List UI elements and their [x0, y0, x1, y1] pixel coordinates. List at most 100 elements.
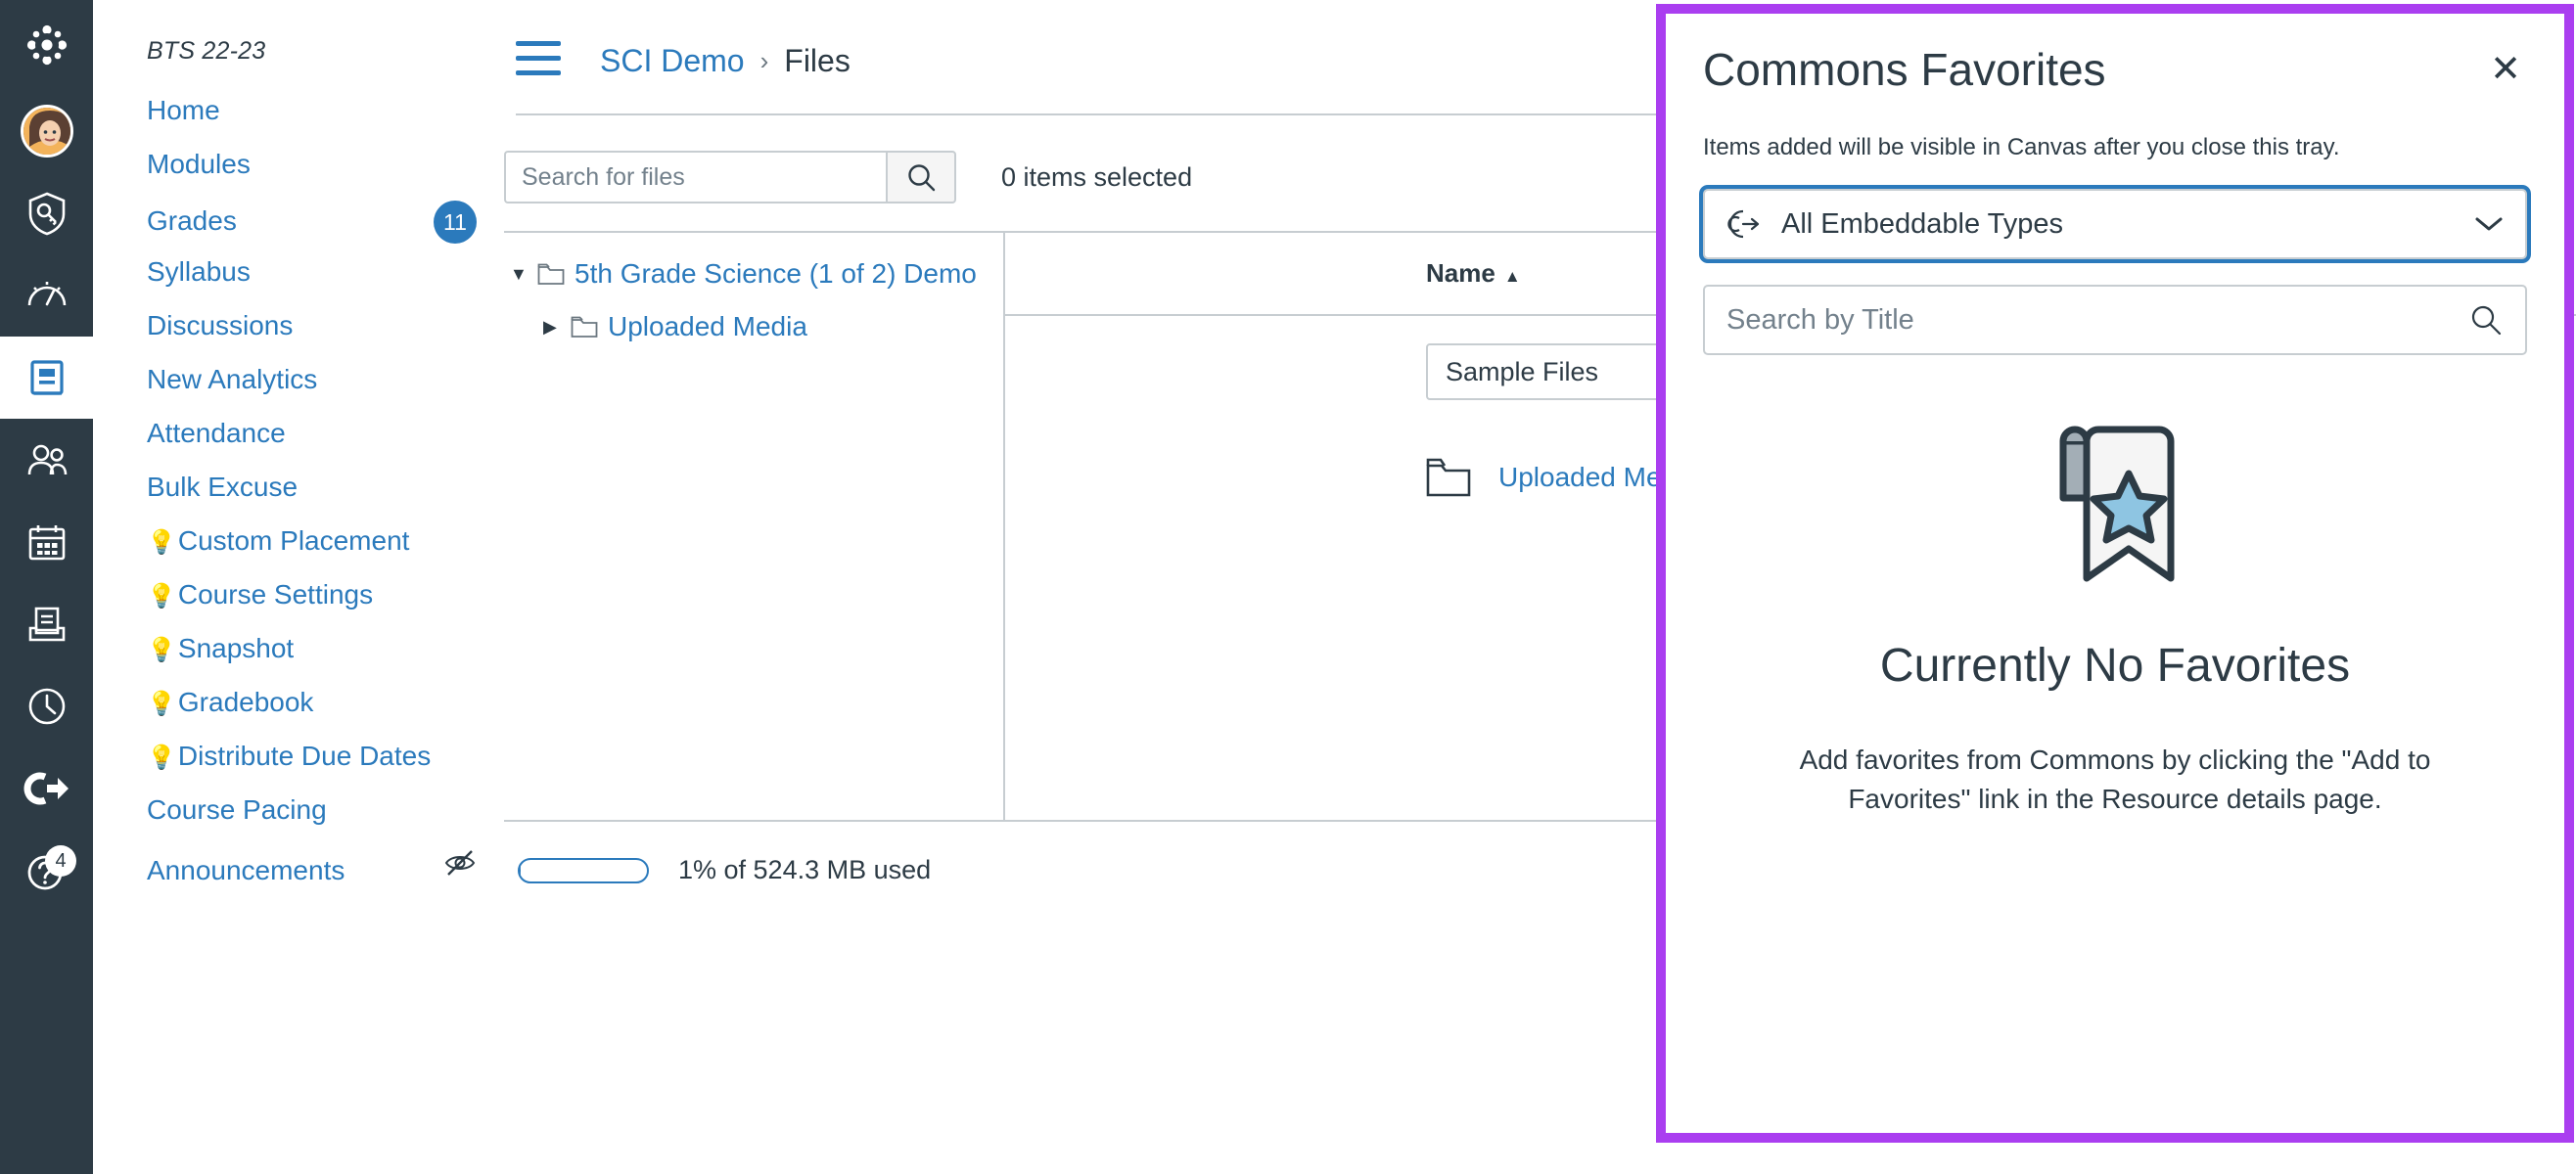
quota-progress-bar: [518, 857, 649, 883]
caret-down-icon[interactable]: ▼: [510, 264, 529, 285]
inbox-tray-glyph: [28, 607, 65, 642]
folder-tree: ▼ 5th Grade Science (1 of 2) Demo ▶ Uplo…: [496, 233, 1005, 820]
course-nav-list: Home Modules Grades 11 Syllabus Discussi…: [93, 93, 496, 889]
sidebar-item-syllabus[interactable]: Syllabus: [93, 254, 496, 297]
tray-content: Commons Favorites ✕ Items added will be …: [1666, 14, 2564, 1133]
sidebar-item-course-settings[interactable]: 💡 Course Settings: [93, 577, 496, 620]
folder-icon: [571, 316, 598, 338]
sidebar-item-label[interactable]: Attendance: [147, 416, 286, 451]
column-header-label: Name: [1426, 258, 1495, 288]
sidebar-item-home[interactable]: Home: [93, 93, 496, 136]
lightbulb-icon: 💡: [147, 745, 176, 771]
sidebar-item-label[interactable]: Distribute Due Dates: [178, 739, 431, 774]
lightbulb-icon: 💡: [147, 691, 176, 717]
groups-icon[interactable]: [0, 419, 93, 501]
gauge-glyph: [27, 282, 66, 306]
logout-icon[interactable]: [0, 747, 93, 830]
sidebar-item-label[interactable]: Announcements: [147, 853, 345, 888]
sidebar-item-snapshot[interactable]: 💡 Snapshot: [93, 631, 496, 674]
shield-key-glyph: [28, 192, 65, 236]
sidebar-item-bulk-excuse[interactable]: Bulk Excuse: [93, 470, 496, 513]
empty-state-body: Add favorites from Commons by clicking t…: [1799, 744, 2431, 815]
sidebar-item-modules[interactable]: Modules: [93, 147, 496, 190]
sidebar-item-announcements[interactable]: Announcements: [93, 846, 496, 889]
breadcrumb-course-link[interactable]: SCI Demo: [600, 43, 745, 79]
courses-icon[interactable]: [0, 337, 93, 419]
inbox-icon[interactable]: [0, 583, 93, 665]
tree-node-label[interactable]: 5th Grade Science (1 of 2) Demo: [575, 258, 977, 290]
rename-input[interactable]: [1426, 343, 1671, 400]
sidebar-item-label[interactable]: Discussions: [147, 308, 293, 343]
breadcrumb-separator: ›: [759, 45, 769, 75]
sidebar-item-grades[interactable]: Grades 11: [93, 201, 496, 244]
embeddable-types-value: All Embeddable Types: [1781, 207, 2064, 240]
sidebar-item-label[interactable]: Modules: [147, 147, 251, 182]
sidebar-item-label[interactable]: Gradebook: [178, 685, 314, 720]
admin-icon[interactable]: [0, 172, 93, 254]
title-search-field[interactable]: [1703, 285, 2527, 356]
bookmark-star-icon: [2059, 426, 2175, 582]
quota-progress-fill: [520, 859, 522, 881]
chevron-down-icon: [2475, 217, 2503, 231]
global-navigation-rail: 4: [0, 0, 93, 1174]
people-glyph: [27, 444, 67, 475]
course-code: BTS 22-23: [147, 37, 266, 65]
tree-node-root[interactable]: ▼ 5th Grade Science (1 of 2) Demo: [510, 258, 1003, 290]
sidebar-item-discussions[interactable]: Discussions: [93, 308, 496, 351]
empty-state: Currently No Favorites Add favorites fro…: [1703, 420, 2527, 820]
sidebar-item-label[interactable]: Snapshot: [178, 631, 294, 666]
calendar-glyph: [28, 525, 65, 561]
search-input[interactable]: [504, 151, 886, 203]
close-tray-button[interactable]: ✕: [2484, 43, 2527, 96]
lightbulb-icon: 💡: [147, 583, 176, 610]
hamburger-bar: [516, 41, 561, 46]
search-by-title-input[interactable]: [1726, 303, 2468, 337]
embeddable-types-select[interactable]: All Embeddable Types: [1703, 189, 2527, 260]
search-button[interactable]: [886, 151, 956, 203]
help-icon[interactable]: 4: [0, 830, 93, 912]
canvas-logo-glyph: [26, 24, 67, 66]
empty-state-title: Currently No Favorites: [1879, 640, 2351, 693]
avatar: [20, 105, 73, 158]
sidebar-item-label[interactable]: Course Settings: [178, 577, 373, 612]
lightbulb-icon: 💡: [147, 529, 176, 556]
tray-title: Commons Favorites: [1703, 44, 2106, 95]
sidebar-item-label[interactable]: Course Pacing: [147, 792, 327, 828]
sidebar-item-new-analytics[interactable]: New Analytics: [93, 362, 496, 405]
sidebar-item-label[interactable]: Syllabus: [147, 254, 251, 290]
sidebar-item-course-pacing[interactable]: Course Pacing: [93, 792, 496, 835]
canvas-logo-icon[interactable]: [0, 0, 93, 90]
quota-label: 1% of 524.3 MB used: [678, 855, 932, 884]
hamburger-bar: [516, 70, 561, 75]
selection-status: 0 items selected: [1001, 161, 1193, 192]
hidden-eye-icon: [444, 850, 476, 876]
embed-lti-icon: [1727, 210, 1760, 239]
sidebar-item-attendance[interactable]: Attendance: [93, 416, 496, 459]
account-avatar[interactable]: [0, 90, 93, 172]
caret-right-icon[interactable]: ▶: [543, 317, 563, 338]
sidebar-item-custom-placement[interactable]: 💡 Custom Placement: [93, 523, 496, 566]
tree-node-label[interactable]: Uploaded Media: [608, 311, 807, 342]
history-icon[interactable]: [0, 665, 93, 747]
sidebar-item-gradebook[interactable]: 💡 Gradebook: [93, 685, 496, 728]
exit-arrow-glyph: [23, 772, 69, 805]
course-navigation: BTS 22-23 Home Modules Grades 11 Syllabu…: [93, 0, 496, 1174]
sidebar-item-label[interactable]: New Analytics: [147, 362, 317, 397]
sidebar-item-distribute-due-dates[interactable]: 💡 Distribute Due Dates: [93, 739, 496, 782]
sort-ascending-icon: ▲: [1503, 267, 1521, 286]
folder-icon: [1426, 458, 1471, 497]
tree-node-uploaded-media[interactable]: ▶ Uploaded Media: [510, 311, 1003, 342]
tray-header: Commons Favorites ✕: [1703, 43, 2527, 97]
commons-favorites-tray: Commons Favorites ✕ Items added will be …: [1656, 4, 2574, 1143]
tray-subtitle: Items added will be visible in Canvas af…: [1703, 134, 2340, 161]
sidebar-item-label[interactable]: Bulk Excuse: [147, 470, 298, 505]
sidebar-item-label[interactable]: Home: [147, 93, 220, 128]
help-badge: 4: [45, 845, 76, 877]
menu-toggle-icon[interactable]: [516, 41, 561, 80]
calendar-icon[interactable]: [0, 501, 93, 583]
breadcrumb-current: Files: [784, 42, 851, 78]
sidebar-item-label[interactable]: Grades: [147, 203, 237, 239]
dashboard-icon[interactable]: [0, 254, 93, 337]
sidebar-item-label[interactable]: Custom Placement: [178, 523, 410, 559]
grades-count-badge: 11: [434, 201, 477, 244]
